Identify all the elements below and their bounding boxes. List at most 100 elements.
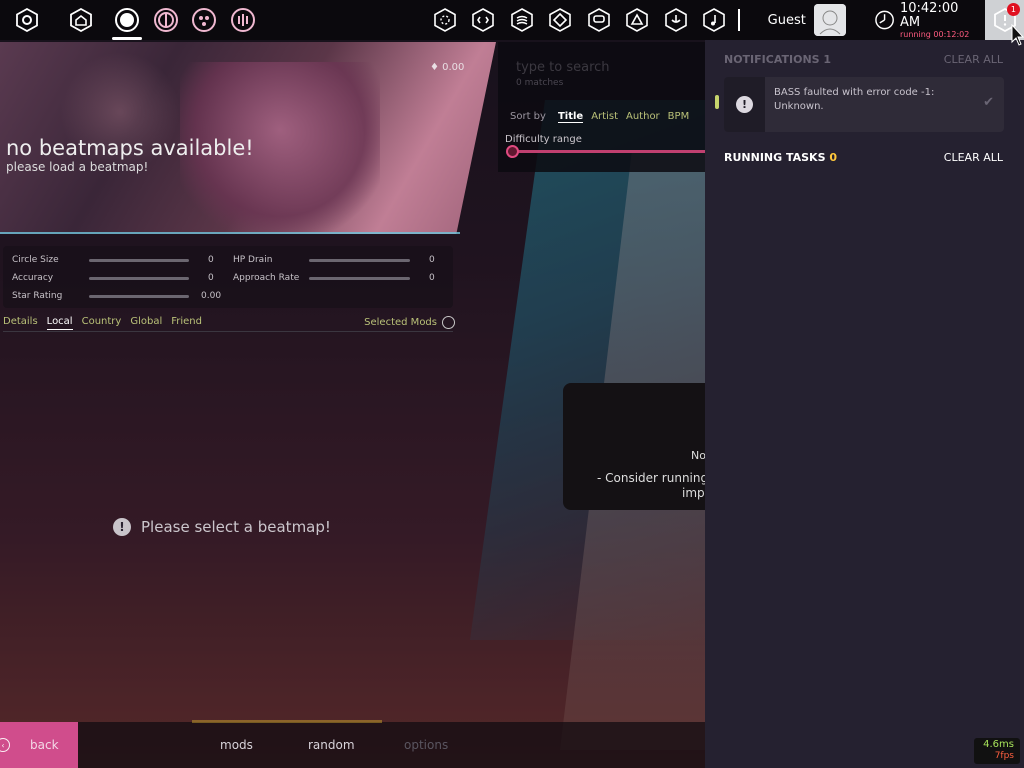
catch-fruit-icon [192, 8, 217, 32]
attr-value: 0 [429, 273, 435, 283]
notification-message: BASS faulted with error code -1: Unknown… [774, 87, 935, 112]
attr-value: 0 [208, 273, 214, 283]
clock-time: 10:42:00 AM [899, 0, 959, 30]
sort-by-row: Sort by Title Artist Author BPM [510, 111, 697, 123]
wiki-button[interactable] [580, 0, 619, 40]
message-text: Please select a beatmap! [141, 518, 331, 536]
home-icon [69, 8, 92, 32]
selected-mods-toggle[interactable]: Selected Mods [364, 316, 455, 329]
options-button[interactable]: options [404, 738, 448, 752]
toolbar-separator [737, 9, 740, 31]
changelog-icon [665, 8, 687, 32]
attr-label: Star Rating [12, 291, 63, 301]
guest-avatar-icon [813, 4, 846, 36]
selected-mods-label: Selected Mods [364, 317, 437, 328]
notification-item[interactable]: ! BASS faulted with error code -1: Unkno… [715, 77, 1004, 132]
clock[interactable]: 10:42:00 AM running 00:12:02 [874, 0, 980, 39]
attr-bar [309, 259, 410, 262]
sort-bpm[interactable]: BPM [668, 111, 690, 123]
attr-bar [89, 259, 189, 262]
empty-leaderboard-message: ! Please select a beatmap! [113, 518, 331, 536]
beatmap-listing-icon [549, 8, 572, 32]
ruleset-osu[interactable] [108, 0, 147, 40]
user-button[interactable]: Guest [768, 4, 846, 36]
attr-approach-rate: Approach Rate 0 [233, 273, 443, 283]
beatmap-attributes-panel: Circle Size 0 Accuracy 0 Star Rating 0.0… [3, 246, 453, 308]
exclamation-icon: ! [736, 96, 753, 113]
home-button[interactable] [62, 0, 101, 40]
match-count: 0 matches [516, 78, 564, 88]
taiko-drum-icon [153, 8, 178, 32]
chat-button[interactable] [464, 0, 503, 40]
wedge-edge-line [0, 232, 460, 234]
difficulty-range-label: Difficulty range [505, 134, 582, 145]
random-button[interactable]: random [308, 738, 355, 752]
tab-details[interactable]: Details [3, 316, 38, 330]
attr-value: 0 [429, 255, 435, 265]
clear-all-notifications-button[interactable]: CLEAR ALL [944, 53, 1003, 66]
leaderboard-tabs: Details Local Country Global Friend Sele… [3, 316, 455, 330]
sort-by-label: Sort by [510, 111, 546, 122]
beatmap-listing-button[interactable] [541, 0, 580, 40]
checkmark-icon[interactable]: ✔ [983, 95, 994, 110]
settings-button[interactable] [8, 0, 47, 40]
difficulty-range-slider[interactable] [510, 150, 708, 153]
checkbox-circle-icon [442, 316, 455, 329]
bpm-label: ♦ 0.00 [430, 62, 465, 73]
mods-button[interactable]: mods [220, 738, 253, 752]
attr-accuracy: Accuracy 0 [12, 273, 222, 283]
user-name: Guest [767, 12, 806, 28]
ruleset-mania[interactable] [223, 0, 262, 40]
attr-bar [309, 277, 410, 280]
attr-label: Circle Size [12, 255, 59, 265]
social-icon [626, 8, 649, 32]
tab-country[interactable]: Country [82, 316, 122, 330]
notification-overlay: NOTIFICATIONS 1 CLEAR ALL ! BASS faulted… [705, 40, 1024, 768]
tabs-divider [3, 331, 453, 332]
sort-artist[interactable]: Artist [591, 111, 618, 123]
running-tasks-header: RUNNING TASKS 0 [724, 151, 837, 164]
attr-bar [89, 295, 189, 298]
dialog-line-2: - Consider running t [597, 471, 717, 485]
social-button[interactable] [618, 0, 657, 40]
tab-global[interactable]: Global [130, 316, 162, 330]
notification-count-badge: 1 [1006, 3, 1020, 16]
attr-label: HP Drain [233, 255, 273, 265]
dialog-line-1: No [691, 449, 706, 462]
search-input[interactable] [516, 60, 696, 75]
mania-bars-icon [230, 8, 255, 32]
dialog-line-3: imp [682, 486, 705, 500]
attr-star-rating: Star Rating 0.00 [12, 291, 232, 301]
wiki-icon [588, 8, 610, 32]
running-tasks-title: RUNNING TASKS [724, 151, 826, 164]
back-button[interactable]: ‹ back [0, 722, 78, 768]
changelog-button[interactable] [657, 0, 696, 40]
attr-value: 0 [208, 255, 214, 265]
notifications-title: NOTIFICATIONS [724, 53, 820, 66]
back-chevron-icon: ‹ [0, 738, 10, 752]
sort-title[interactable]: Title [557, 111, 584, 123]
unread-indicator [715, 95, 719, 109]
clock-running-time: running 00:12:02 [899, 29, 970, 39]
avatar [813, 4, 846, 36]
ruleset-catch[interactable] [185, 0, 224, 40]
attr-value: 0.00 [201, 291, 222, 301]
beatmap-info-wedge: ♦ 0.00 no beatmaps available! please loa… [0, 42, 496, 234]
exclamation-icon: ! [113, 518, 131, 536]
sort-author[interactable]: Author [626, 111, 660, 123]
tab-friend[interactable]: Friend [171, 316, 202, 330]
back-label: back [30, 738, 59, 752]
now-playing-button[interactable] [695, 0, 734, 40]
clear-all-tasks-button[interactable]: CLEAR ALL [944, 151, 1003, 164]
toolbar: Guest 10:42:00 AM running 00:12:02 1 [0, 0, 1024, 40]
news-button[interactable] [426, 0, 465, 40]
fps-counter: 7fps [994, 751, 1014, 761]
attr-hp-drain: HP Drain 0 [233, 255, 443, 265]
attr-bar [89, 277, 189, 280]
ruleset-taiko[interactable] [146, 0, 185, 40]
difficulty-slider-handle[interactable] [506, 145, 519, 158]
performance-counter: 4.6ms 7fps [974, 738, 1020, 764]
tab-local[interactable]: Local [46, 316, 73, 330]
rankings-button[interactable] [503, 0, 542, 40]
attr-label: Approach Rate [233, 273, 300, 283]
